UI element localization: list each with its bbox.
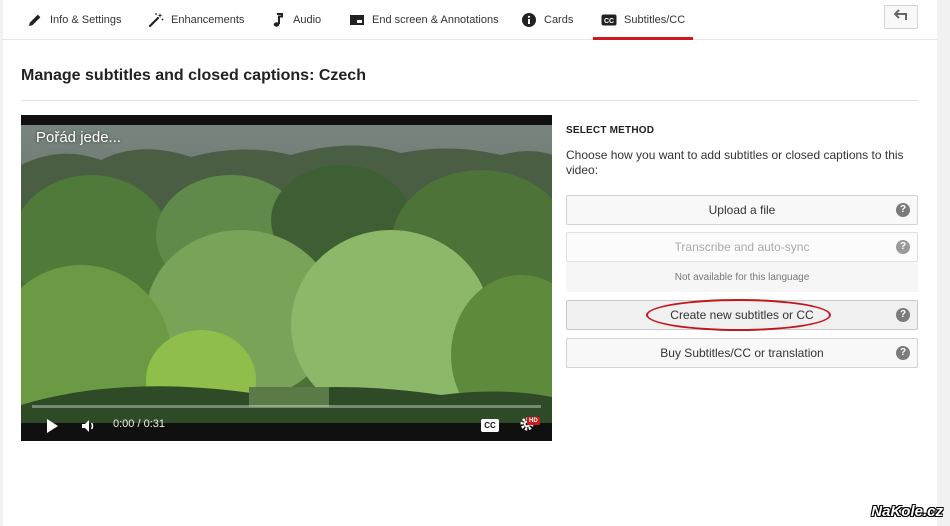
tab-cards[interactable]: Cards — [521, 0, 573, 40]
back-button[interactable] — [884, 5, 918, 29]
play-icon — [45, 418, 59, 439]
tab-audio[interactable]: Audio — [270, 0, 321, 40]
select-method-heading: SELECT METHOD — [566, 125, 655, 136]
pencil-icon — [27, 12, 43, 28]
video-player[interactable]: Pořád jede... 0:00 / 0:31 CC HD — [21, 115, 552, 441]
unavailable-note: Not available for this language — [566, 262, 918, 292]
tab-label: Info & Settings — [50, 14, 122, 26]
tab-label: Subtitles/CC — [624, 14, 686, 26]
video-title: Pořád jede... — [36, 129, 122, 146]
settings-button[interactable]: HD — [515, 416, 540, 436]
svg-text:CC: CC — [604, 18, 614, 25]
tab-bar: Info & Settings Enhancements Audio End s… — [3, 0, 937, 40]
help-icon[interactable]: ? — [896, 308, 910, 322]
volume-button[interactable] — [81, 418, 97, 439]
magic-wand-icon — [148, 12, 164, 28]
end-screen-icon — [349, 12, 365, 28]
upload-file-button[interactable]: Upload a file ? — [566, 195, 918, 225]
tab-info-settings[interactable]: Info & Settings — [27, 0, 122, 40]
info-icon — [521, 12, 537, 28]
play-button[interactable] — [45, 418, 59, 439]
cc-icon: CC — [481, 419, 499, 432]
page-title: Manage subtitles and closed captions: Cz… — [21, 67, 366, 84]
tab-end-screen-annotations[interactable]: End screen & Annotations — [349, 0, 499, 40]
watermark: NaKole.cz — [871, 503, 943, 520]
button-label: Upload a file — [708, 203, 776, 217]
captions-button[interactable]: CC — [481, 419, 499, 432]
transcribe-auto-sync-button: Transcribe and auto-sync ? — [566, 232, 918, 262]
tab-enhancements[interactable]: Enhancements — [148, 0, 244, 40]
video-frame — [21, 125, 552, 423]
player-controls: 0:00 / 0:31 CC HD — [21, 411, 552, 441]
hd-badge: HD — [527, 417, 540, 425]
button-label: Buy Subtitles/CC or translation — [660, 346, 824, 360]
tab-label: Cards — [544, 14, 574, 26]
time-display: 0:00 / 0:31 — [113, 418, 165, 430]
tab-subtitles-cc[interactable]: CC Subtitles/CC — [592, 0, 694, 40]
help-icon[interactable]: ? — [896, 203, 910, 217]
tab-label: Enhancements — [171, 14, 245, 26]
divider — [21, 100, 918, 101]
music-note-icon — [270, 12, 286, 28]
tab-label: Audio — [293, 14, 322, 26]
button-label: Transcribe and auto-sync — [674, 240, 810, 254]
method-description: Choose how you want to add subtitles or … — [566, 148, 904, 177]
back-arrow-icon — [893, 8, 908, 26]
tab-label: End screen & Annotations — [372, 14, 499, 26]
page: Info & Settings Enhancements Audio End s… — [3, 0, 937, 526]
cc-icon: CC — [601, 12, 617, 28]
highlight-ellipse — [646, 299, 831, 331]
help-icon[interactable]: ? — [896, 240, 910, 254]
progress-bar[interactable] — [32, 405, 541, 408]
buy-subtitles-button[interactable]: Buy Subtitles/CC or translation ? — [566, 338, 918, 368]
help-icon[interactable]: ? — [896, 346, 910, 360]
volume-icon — [81, 418, 97, 439]
